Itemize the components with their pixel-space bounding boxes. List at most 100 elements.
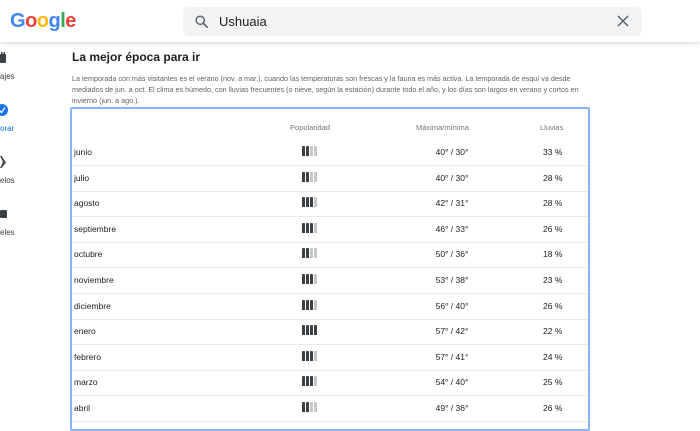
sidebar-item-label: orar bbox=[0, 124, 15, 133]
temperature-cell: 46° / 33° bbox=[435, 223, 469, 234]
popularity-icon bbox=[302, 325, 318, 337]
rain-cell: 23 % bbox=[543, 275, 563, 285]
table-row: octubre 50° / 36° 18 % bbox=[72, 242, 588, 269]
luggage-icon bbox=[0, 52, 6, 63]
table-row: febrero 57° / 41° 24 % bbox=[72, 345, 588, 371]
rain-cell: 22 % bbox=[543, 326, 563, 337]
sidebar-item-label: elos bbox=[0, 176, 15, 185]
person-icon bbox=[306, 248, 309, 259]
rain-cell: 28 % bbox=[543, 172, 563, 183]
person-icon bbox=[306, 325, 309, 336]
header-rain: Lluvias bbox=[540, 123, 564, 132]
search-query[interactable]: Ushuaia bbox=[219, 14, 267, 29]
table-row: marzo 54° / 40° 25 % bbox=[72, 370, 588, 397]
person-icon bbox=[314, 325, 317, 336]
popularity-icon bbox=[302, 171, 318, 184]
person-icon bbox=[314, 248, 317, 259]
person-icon bbox=[302, 325, 305, 336]
popularity-icon bbox=[302, 274, 318, 286]
popularity-icon bbox=[302, 248, 318, 260]
month-cell: octubre bbox=[74, 249, 103, 260]
table-row: septiembre 46° / 33° 26 % bbox=[72, 217, 588, 243]
table-row: julio 40° / 30° 28 % bbox=[72, 166, 588, 192]
month-cell: abril bbox=[74, 403, 91, 413]
person-icon bbox=[314, 171, 317, 182]
person-icon bbox=[314, 350, 317, 361]
temperature-cell: 42° / 31° bbox=[435, 198, 469, 209]
person-icon bbox=[314, 274, 317, 284]
popularity-icon bbox=[302, 376, 318, 388]
temperature-cell: 54° / 40° bbox=[435, 377, 469, 388]
person-icon bbox=[310, 146, 313, 156]
popularity-icon bbox=[302, 197, 318, 209]
rain-cell: 28 % bbox=[543, 198, 563, 209]
person-icon bbox=[306, 350, 309, 361]
person-icon bbox=[314, 222, 317, 233]
person-icon bbox=[306, 274, 309, 284]
person-icon bbox=[314, 376, 317, 387]
person-icon bbox=[310, 350, 313, 361]
person-icon bbox=[310, 402, 313, 412]
table-row: agosto 42° / 31° 28 % bbox=[72, 191, 588, 218]
temperature-cell: 40° / 30° bbox=[435, 147, 469, 157]
popularity-icon bbox=[302, 350, 318, 363]
sidebar-item-label: ajes bbox=[0, 72, 15, 81]
table-row: enero 57° / 42° 22 % bbox=[72, 319, 588, 346]
rain-cell: 33 % bbox=[543, 147, 563, 157]
hotel-icon bbox=[0, 210, 7, 218]
popularity-icon bbox=[302, 222, 318, 235]
table-row: noviembre 53° / 38° 23 % bbox=[72, 268, 588, 294]
section-title: La mejor época para ir bbox=[72, 50, 201, 64]
rain-cell: 24 % bbox=[543, 351, 563, 362]
person-icon bbox=[302, 376, 305, 387]
person-icon bbox=[306, 299, 309, 310]
person-icon bbox=[302, 350, 305, 361]
temperature-cell: 40° / 30° bbox=[435, 172, 469, 183]
temperature-cell: 53° / 38° bbox=[435, 275, 469, 285]
person-icon bbox=[302, 197, 305, 208]
popularity-icon bbox=[302, 146, 318, 158]
flight-icon bbox=[0, 156, 6, 168]
person-icon bbox=[314, 197, 317, 208]
person-icon bbox=[314, 146, 317, 156]
person-icon bbox=[314, 299, 317, 310]
popularity-icon bbox=[302, 402, 318, 414]
person-icon bbox=[302, 402, 305, 412]
table-row: abril 49° / 36° 26 % bbox=[72, 396, 588, 422]
person-icon bbox=[306, 146, 309, 156]
person-icon bbox=[302, 222, 305, 233]
temperature-cell: 57° / 42° bbox=[435, 326, 469, 337]
temperature-cell: 57° / 41° bbox=[435, 351, 469, 362]
person-icon bbox=[302, 171, 305, 182]
sidebar-item-label: eles bbox=[0, 228, 15, 237]
table-row: diciembre 56° / 40° 26 % bbox=[72, 294, 588, 320]
person-icon bbox=[302, 274, 305, 284]
person-icon bbox=[310, 299, 313, 310]
close-icon[interactable] bbox=[616, 14, 630, 28]
search-icon[interactable] bbox=[194, 14, 209, 29]
month-cell: marzo bbox=[74, 377, 98, 388]
climate-table: Popularidad Máxima/mínima Lluvias junio 4… bbox=[70, 107, 590, 431]
rain-cell: 26 % bbox=[543, 223, 563, 234]
month-cell: septiembre bbox=[74, 223, 117, 234]
section-description: La temporada con más visitantes es el ve… bbox=[72, 74, 579, 105]
table-row: junio 40° / 30° 33 % bbox=[72, 140, 588, 166]
person-icon bbox=[310, 222, 313, 233]
person-icon bbox=[314, 402, 317, 412]
search-box[interactable]: Ushuaia bbox=[183, 7, 642, 36]
rain-cell: 25 % bbox=[543, 377, 563, 388]
person-icon bbox=[306, 197, 309, 208]
explore-icon bbox=[0, 104, 8, 116]
temperature-cell: 50° / 36° bbox=[435, 249, 469, 260]
person-icon bbox=[310, 171, 313, 182]
person-icon bbox=[302, 248, 305, 259]
table-header: Popularidad Máxima/mínima Lluvias bbox=[72, 123, 588, 137]
google-logo[interactable]: Google bbox=[10, 10, 76, 33]
person-icon bbox=[310, 197, 313, 208]
person-icon bbox=[306, 171, 309, 182]
person-icon bbox=[310, 376, 313, 387]
month-cell: diciembre bbox=[74, 300, 111, 311]
month-cell: agosto bbox=[74, 198, 100, 209]
month-cell: noviembre bbox=[74, 275, 114, 285]
person-icon bbox=[310, 248, 313, 259]
